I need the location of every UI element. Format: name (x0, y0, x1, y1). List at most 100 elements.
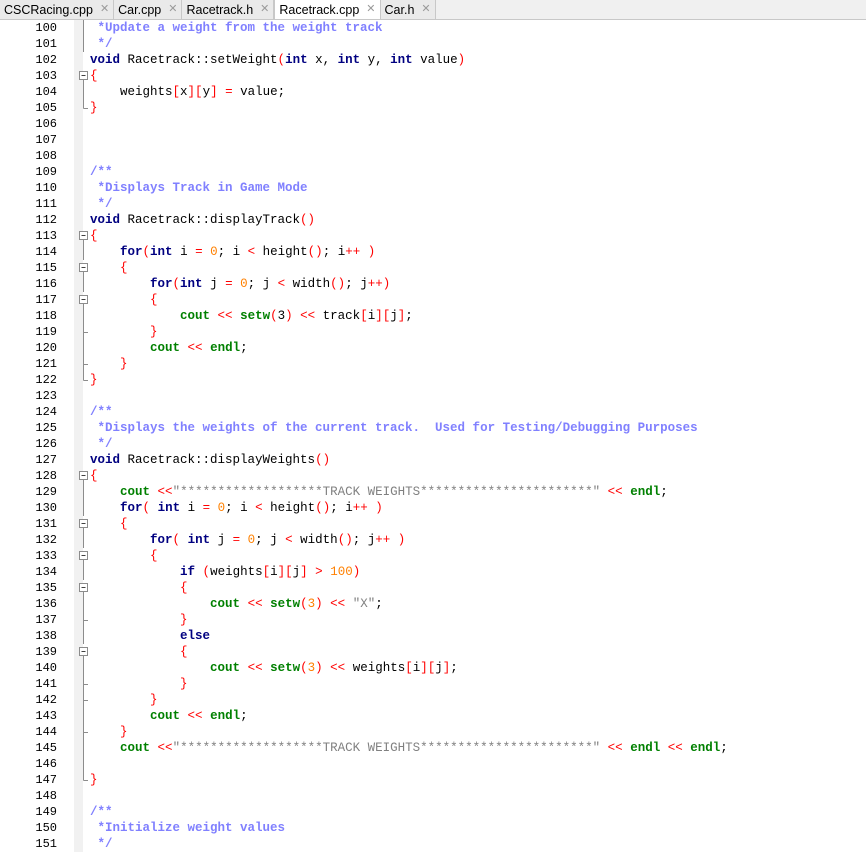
code-line[interactable]: 111 */ (0, 196, 866, 212)
code-token: height (262, 501, 316, 515)
code-line[interactable]: 102 void Racetrack::setWeight(int x, int … (0, 52, 866, 68)
line-number: 149 (35, 805, 57, 819)
close-tab-icon[interactable]: ✕ (421, 4, 430, 15)
code-line[interactable]: 123 (0, 388, 866, 404)
code-token: /** (90, 405, 113, 419)
code-line[interactable]: 132 for( int j = 0; j < width(); j++ ) (0, 532, 866, 548)
code-line[interactable]: 151 */ (0, 836, 866, 852)
fold-toggle-icon[interactable] (78, 644, 90, 660)
code-line[interactable]: 107 (0, 132, 866, 148)
code-line[interactable]: 127 void Racetrack::displayWeights() (0, 452, 866, 468)
code-text: cout << setw(3) << weights[i][j]; (90, 660, 458, 676)
code-line[interactable]: 119 } (0, 324, 866, 340)
code-line[interactable]: 122} (0, 372, 866, 388)
code-text: *Displays the weights of the current tra… (90, 420, 698, 436)
code-line[interactable]: 136 cout << setw(3) << "X"; (0, 596, 866, 612)
code-line[interactable]: 124 /** (0, 404, 866, 420)
tab-racetrack-cpp[interactable]: Racetrack.cpp ✕ (274, 0, 381, 19)
code-line[interactable]: 144 } (0, 724, 866, 740)
code-editor[interactable]: 100 *Update a weight from the weight tra… (0, 20, 866, 852)
code-token: ; (720, 741, 728, 755)
code-line[interactable]: 121 } (0, 356, 866, 372)
code-token: int (285, 53, 308, 67)
code-line[interactable]: 141 } (0, 676, 866, 692)
fold-toggle-icon[interactable] (78, 516, 90, 532)
fold-guide-icon (78, 676, 90, 692)
code-line[interactable]: 145 cout <<"*******************TRACK WEI… (0, 740, 866, 756)
code-line[interactable]: 108 (0, 148, 866, 164)
code-line[interactable]: 103 { (0, 68, 866, 84)
fold-toggle-icon[interactable] (78, 580, 90, 596)
code-token: 3 (307, 597, 316, 611)
code-line[interactable]: 101 */ (0, 36, 866, 52)
code-line[interactable]: 100 *Update a weight from the weight tra… (0, 20, 866, 36)
code-line[interactable]: 137 } (0, 612, 866, 628)
code-line[interactable]: 104 weights[x][y] = value; (0, 84, 866, 100)
close-tab-icon[interactable]: ✕ (100, 4, 109, 15)
code-line[interactable]: 150 *Initialize weight values (0, 820, 866, 836)
code-line[interactable]: 118 cout << setw(3) << track[i][j]; (0, 308, 866, 324)
fold-toggle-icon[interactable] (78, 468, 90, 484)
code-token: x (180, 85, 188, 99)
fold-toggle-icon[interactable] (78, 68, 90, 84)
code-token: ][ (187, 85, 203, 99)
code-line[interactable]: 149 /** (0, 804, 866, 820)
fold-toggle-icon[interactable] (78, 228, 90, 244)
code-line[interactable]: 147} (0, 772, 866, 788)
code-token: i (270, 565, 278, 579)
code-line[interactable]: 129 cout <<"*******************TRACK WEI… (0, 484, 866, 500)
code-line[interactable]: 133 { (0, 548, 866, 564)
line-number: 128 (35, 469, 57, 483)
line-number: 117 (35, 293, 57, 307)
code-token: x, (307, 53, 338, 67)
code-line[interactable]: 109 /** (0, 164, 866, 180)
code-line[interactable]: 116 for(int j = 0; j < width(); j++) (0, 276, 866, 292)
code-line[interactable]: 130 for( int i = 0; i < height(); i++ ) (0, 500, 866, 516)
code-line[interactable]: 126 */ (0, 436, 866, 452)
code-text: void Racetrack::displayWeights() (90, 452, 330, 468)
fold-toggle-icon[interactable] (78, 292, 90, 308)
line-number: 114 (35, 245, 57, 259)
code-text: { (90, 644, 188, 660)
code-line[interactable]: 106 (0, 116, 866, 132)
fold-toggle-icon[interactable] (78, 548, 90, 564)
code-line[interactable]: 131 { (0, 516, 866, 532)
line-number: 134 (35, 565, 57, 579)
code-line[interactable]: 146 (0, 756, 866, 772)
fold-toggle-icon[interactable] (78, 260, 90, 276)
close-tab-icon[interactable]: ✕ (366, 4, 375, 15)
code-line[interactable]: 143 cout << endl; (0, 708, 866, 724)
code-line[interactable]: 125 *Displays the weights of the current… (0, 420, 866, 436)
code-token: *Displays the weights of the current tra… (90, 421, 698, 435)
code-line[interactable]: 135 { (0, 580, 866, 596)
code-line[interactable]: 128 { (0, 468, 866, 484)
tab-racetrack-h[interactable]: Racetrack.h ✕ (182, 0, 275, 19)
line-number: 132 (35, 533, 57, 547)
code-line[interactable]: 115 { (0, 260, 866, 276)
code-token: ++ (352, 501, 368, 515)
code-line[interactable]: 134 if (weights[i][j] > 100) (0, 564, 866, 580)
code-line[interactable]: 138 else (0, 628, 866, 644)
close-tab-icon[interactable]: ✕ (168, 4, 177, 15)
tab-cscracing-cpp[interactable]: CSCRacing.cpp ✕ (0, 0, 115, 19)
code-line[interactable]: 139 { (0, 644, 866, 660)
code-line[interactable]: 148 (0, 788, 866, 804)
code-line[interactable]: 110 *Displays Track in Game Mode (0, 180, 866, 196)
code-token: } (90, 373, 98, 387)
code-line[interactable]: 112 void Racetrack::displayTrack() (0, 212, 866, 228)
code-token: ) (352, 565, 361, 579)
code-line[interactable]: 142 } (0, 692, 866, 708)
code-line[interactable]: 114 for(int i = 0; i < height(); i++ ) (0, 244, 866, 260)
code-line[interactable]: 117 { (0, 292, 866, 308)
code-line[interactable]: 105} (0, 100, 866, 116)
tab-car-h[interactable]: Car.h ✕ (380, 0, 436, 19)
code-line[interactable]: 140 cout << setw(3) << weights[i][j]; (0, 660, 866, 676)
code-token: { (90, 69, 98, 83)
code-line[interactable]: 113 { (0, 228, 866, 244)
tab-car-cpp[interactable]: Car.cpp ✕ (114, 0, 183, 19)
code-line[interactable]: 120 cout << endl; (0, 340, 866, 356)
close-tab-icon[interactable]: ✕ (260, 4, 269, 15)
